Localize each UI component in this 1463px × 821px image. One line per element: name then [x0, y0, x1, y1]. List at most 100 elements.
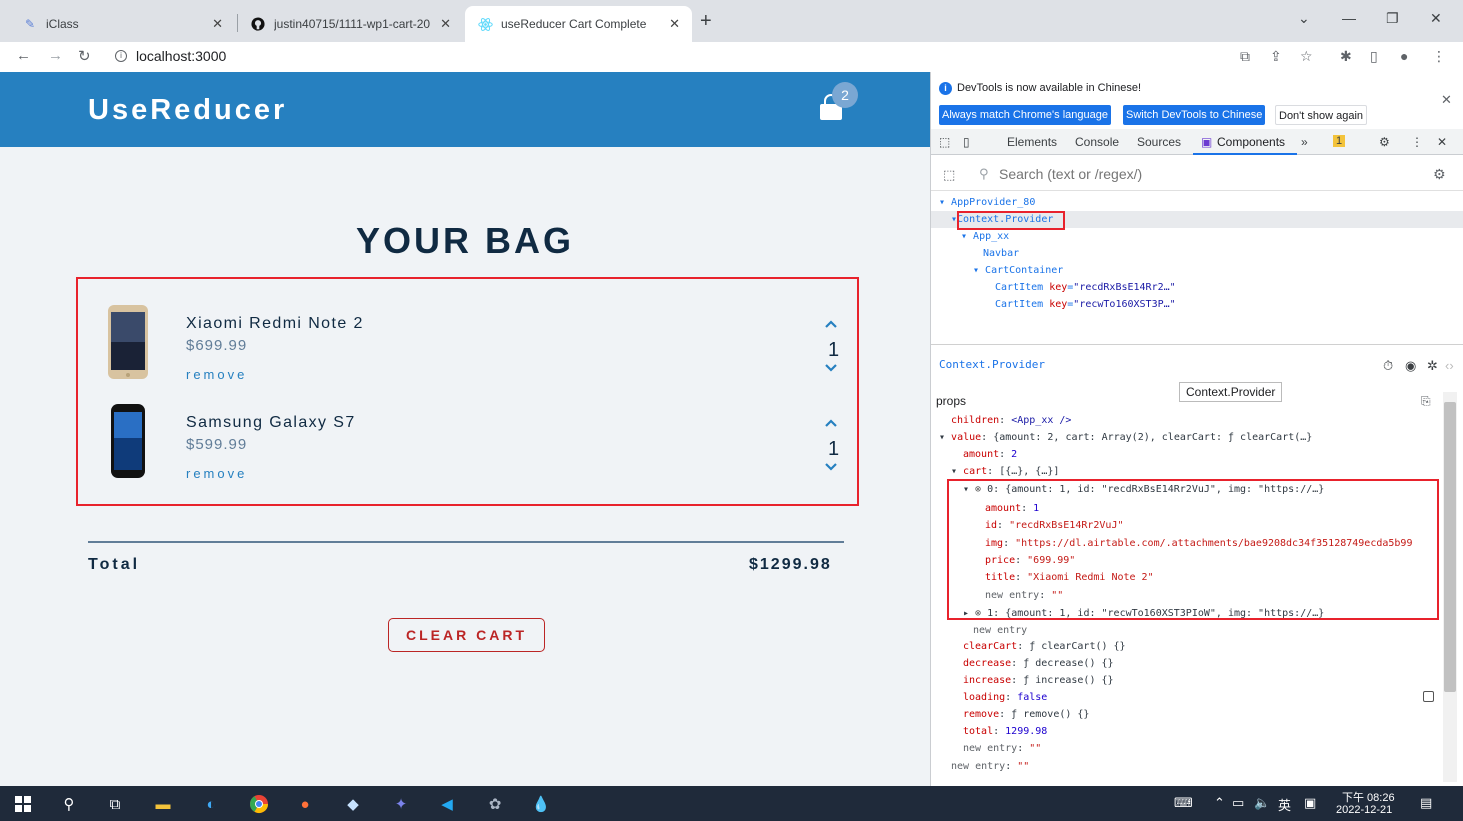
side-panel-icon[interactable]: ▯ — [1370, 48, 1378, 65]
reload-icon[interactable]: ↻ — [78, 47, 91, 65]
bookmark-star-icon[interactable]: ☆ — [1300, 48, 1313, 65]
chevron-up-icon[interactable] — [824, 416, 838, 431]
minimize-icon[interactable]: — — [1342, 10, 1356, 26]
tab-elements[interactable]: Elements — [1007, 135, 1057, 149]
copy-icon[interactable]: ⎘ — [1421, 394, 1431, 409]
prop-value: 1299.98 — [1005, 726, 1048, 737]
tab-usereducer[interactable]: useReducer Cart Complete ✕ — [465, 6, 692, 42]
new-entry-row[interactable]: new entry: "" — [931, 740, 1463, 757]
clock-date[interactable]: 2022-12-21 — [1336, 804, 1392, 816]
tab-sources[interactable]: Sources — [1137, 135, 1181, 149]
close-icon[interactable]: ✕ — [669, 16, 680, 32]
code-icon[interactable]: ‹› — [1445, 358, 1454, 373]
app-droplet-icon[interactable]: 💧 — [530, 793, 552, 815]
switch-to-chinese-button[interactable]: Switch DevTools to Chinese — [1123, 105, 1266, 125]
prop-row[interactable]: loading: false — [931, 689, 1463, 706]
ime-language[interactable]: 英 — [1278, 795, 1291, 814]
chevron-down-icon[interactable] — [824, 361, 838, 376]
teams-icon[interactable]: ✦ — [390, 793, 412, 815]
loading-checkbox[interactable] — [1423, 691, 1434, 702]
prop-row[interactable]: increase: ƒ increase() {} — [931, 672, 1463, 689]
app-icon[interactable]: ◆ — [342, 793, 364, 815]
kebab-menu-icon[interactable]: ⋮ — [1411, 135, 1423, 149]
new-entry-row[interactable]: new entry — [931, 622, 1463, 639]
prop-row[interactable]: remove: ƒ remove() {} — [931, 706, 1463, 723]
tab-search-chevron-icon[interactable]: ⌄ — [1298, 10, 1310, 27]
tree-row[interactable]: CartItem key="recwTo160XST3P…" — [931, 296, 1463, 313]
ime-mode-icon[interactable]: ▣ — [1304, 795, 1316, 811]
prop-row[interactable]: children: <App_xx /> — [931, 412, 1463, 429]
gear-icon[interactable]: ⚙ — [1379, 135, 1390, 149]
remove-button[interactable]: remove — [186, 367, 247, 382]
tab-github[interactable]: justin40715/1111-wp1-cart-20 ✕ — [238, 6, 463, 42]
device-toolbar-icon[interactable]: ▯ — [963, 135, 970, 149]
always-match-language-button[interactable]: Always match Chrome's language — [939, 105, 1111, 125]
issues-badge[interactable]: 1 — [1333, 135, 1346, 147]
restore-icon[interactable]: ❐ — [1386, 10, 1399, 27]
tab-console[interactable]: Console — [1075, 135, 1119, 149]
url-text[interactable]: localhost:3000 — [136, 48, 226, 64]
search-icon[interactable]: ⚲ — [58, 793, 80, 815]
profile-avatar-icon[interactable]: ● — [1400, 48, 1408, 64]
select-element-icon[interactable]: ⬚ — [943, 167, 955, 183]
tree-row[interactable]: ▾ App_xx — [931, 228, 1463, 245]
forward-arrow-icon[interactable]: → — [48, 47, 63, 64]
prop-value: ƒ clearCart() {} — [1029, 641, 1126, 652]
component-search-input[interactable] — [999, 166, 1399, 182]
tab-iclass[interactable]: ✎ iClass ✕ — [10, 6, 235, 42]
remove-button[interactable]: remove — [186, 466, 247, 481]
prop-row[interactable]: amount: 2 — [931, 446, 1463, 463]
share-icon[interactable]: ⇪ — [1270, 48, 1282, 65]
new-tab-button[interactable]: + — [700, 10, 712, 33]
clock-time[interactable]: 下午 08:26 — [1342, 789, 1395, 805]
tree-row[interactable]: ▾ CartContainer — [931, 262, 1463, 279]
inspect-element-icon[interactable]: ⬚ — [939, 135, 950, 149]
tree-row[interactable]: ▾ AppProvider_80 — [931, 194, 1463, 211]
prop-row[interactable]: ▾ cart: [{…}, {…}] — [931, 463, 1463, 480]
scrollbar-thumb[interactable] — [1444, 402, 1456, 692]
close-icon[interactable]: ✕ — [440, 16, 451, 32]
app-icon[interactable]: ✿ — [484, 793, 506, 815]
notifications-icon[interactable]: ▤ — [1420, 795, 1432, 811]
extensions-icon[interactable]: ✱ — [1340, 48, 1352, 65]
tree-row[interactable]: CartItem key="recdRxBsE14Rr2…" — [931, 279, 1463, 296]
stopwatch-icon[interactable]: ⏱ — [1383, 358, 1393, 374]
new-entry-row[interactable]: new entry: "" — [931, 758, 1463, 775]
tree-node-name: CartItem — [995, 299, 1044, 310]
vscode-icon[interactable]: ◀ — [436, 793, 458, 815]
back-arrow-icon[interactable]: ← — [16, 47, 31, 64]
gear-icon[interactable]: ⚙ — [1433, 166, 1446, 183]
windows-start-icon[interactable] — [12, 793, 34, 815]
keyboard-icon[interactable]: ⌨ — [1174, 795, 1193, 811]
prop-value: 2 — [1011, 449, 1018, 460]
file-explorer-icon[interactable]: ▬ — [152, 793, 174, 815]
window-close-icon[interactable]: ✕ — [1430, 10, 1442, 27]
item-amount: 1 — [828, 438, 840, 460]
eye-icon[interactable]: ◉ — [1405, 358, 1416, 374]
site-info-icon[interactable]: i — [115, 50, 127, 62]
close-icon[interactable]: ✕ — [1441, 92, 1452, 108]
chevron-down-icon[interactable] — [824, 460, 838, 475]
dont-show-again-button[interactable]: Don't show again — [1275, 105, 1368, 125]
chevron-up-icon[interactable] — [824, 317, 838, 332]
edge-browser-icon[interactable]: ◐ — [200, 793, 222, 815]
firefox-icon[interactable]: ● — [294, 793, 316, 815]
network-icon[interactable]: ▭ — [1232, 795, 1244, 811]
more-tabs-button[interactable]: » — [1301, 135, 1308, 149]
tree-row[interactable]: Navbar — [931, 245, 1463, 262]
prop-row[interactable]: decrease: ƒ decrease() {} — [931, 655, 1463, 672]
close-devtools-icon[interactable]: ✕ — [1437, 135, 1447, 149]
prop-row[interactable]: clearCart: ƒ clearCart() {} — [931, 638, 1463, 655]
prop-row[interactable]: total: 1299.98 — [931, 723, 1463, 740]
bug-icon[interactable]: ✲ — [1427, 358, 1438, 374]
chrome-browser-icon[interactable] — [248, 793, 270, 815]
chevron-up-icon[interactable]: ⌃ — [1214, 795, 1225, 811]
task-view-icon[interactable]: ⧉ — [104, 793, 126, 815]
tab-components[interactable]: Components — [1217, 135, 1285, 149]
translate-icon[interactable]: ⧉ — [1240, 48, 1250, 65]
close-icon[interactable]: ✕ — [212, 16, 223, 32]
volume-icon[interactable]: 🔈 — [1254, 795, 1270, 811]
prop-row[interactable]: ▾ value: {amount: 2, cart: Array(2), cle… — [931, 429, 1463, 446]
kebab-menu-icon[interactable]: ⋮ — [1432, 48, 1446, 65]
clear-cart-button[interactable]: CLEAR CART — [388, 618, 545, 652]
